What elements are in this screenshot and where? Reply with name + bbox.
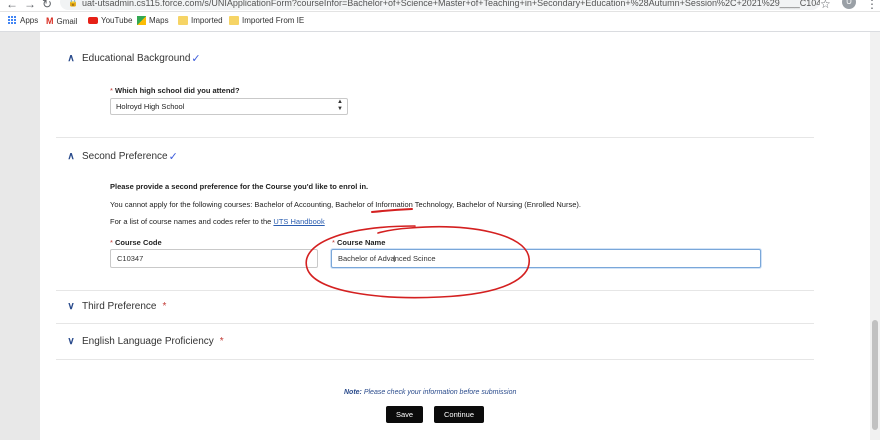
section-title: Second Preference (82, 151, 168, 162)
second-pref-instruction: Please provide a second preference for t… (110, 182, 369, 191)
divider (56, 290, 814, 291)
address-bar[interactable]: 🔒 uat-utsadmin.cs115.force.com/s/UNIAppl… (60, 0, 820, 10)
continue-button[interactable]: Continue (434, 406, 484, 423)
uts-handbook-link[interactable]: UTS Handbook (273, 217, 324, 226)
lock-icon: 🔒 (68, 0, 78, 7)
divider (56, 323, 814, 324)
course-code-input[interactable]: C10347 (110, 249, 318, 268)
divider (56, 137, 814, 138)
check-icon: ✓ (191, 53, 201, 65)
chevron-down-icon: ∨ (67, 336, 75, 347)
submission-note: Note: Please check your information befo… (344, 389, 517, 396)
handbook-text: For a list of course names and codes ref… (110, 217, 325, 226)
bookmark-imported-from-ie[interactable]: Imported From IE (229, 16, 304, 25)
reload-icon[interactable]: ↻ (42, 0, 52, 10)
bookmark-apps[interactable]: Apps (8, 16, 38, 25)
bookmark-gmail[interactable]: M Gmail (46, 16, 77, 26)
maps-icon (137, 16, 146, 25)
forward-icon[interactable]: → (24, 0, 36, 10)
course-restriction-text: You cannot apply for the following cours… (110, 200, 581, 209)
chevron-down-icon: ∨ (67, 301, 75, 312)
star-icon[interactable]: ☆ (820, 0, 831, 11)
apps-grid-icon (8, 16, 17, 25)
menu-icon[interactable]: ⋮ (866, 0, 878, 11)
bookmark-maps[interactable]: Maps (137, 16, 169, 25)
bookmark-imported[interactable]: Imported (178, 16, 223, 25)
scrollbar-thumb[interactable] (872, 320, 878, 430)
youtube-icon (88, 17, 98, 24)
required-star-icon: * (162, 301, 167, 312)
high-school-select[interactable]: Holroyd High School ▲ ▼ (110, 98, 348, 115)
course-name-label: * Course Name (332, 238, 386, 247)
chevron-up-icon: ∧ (67, 151, 75, 162)
course-code-label: * Course Code (110, 238, 162, 247)
back-icon[interactable]: ← (6, 0, 18, 10)
divider (56, 359, 814, 360)
text-cursor-icon: I (393, 254, 396, 264)
high-school-label: * Which high school did you attend? (110, 86, 240, 95)
section-second-preference[interactable]: ∧ Second Preference ✓ (66, 150, 178, 163)
save-button[interactable]: Save (386, 406, 423, 423)
check-icon: ✓ (168, 151, 178, 163)
required-star-icon: * (219, 336, 224, 347)
section-educational-background[interactable]: ∧ Educational Background ✓ (66, 52, 201, 65)
bookmarks-bar: Apps M Gmail YouTube Maps Imported Impor… (0, 12, 880, 32)
section-title: English Language Proficiency (82, 336, 214, 347)
chevron-up-icon: ∧ (67, 53, 75, 64)
section-third-preference[interactable]: ∨ Third Preference * (66, 301, 166, 312)
section-title: Third Preference (82, 301, 157, 312)
section-title: Educational Background (82, 53, 191, 64)
select-arrows-icon: ▲ ▼ (337, 99, 343, 112)
gmail-icon: M (46, 16, 54, 26)
profile-avatar[interactable]: U (842, 0, 856, 9)
bookmark-youtube[interactable]: YouTube (88, 16, 132, 25)
browser-toolbar: ← → ↻ 🔒 uat-utsadmin.cs115.force.com/s/U… (0, 0, 880, 12)
folder-icon (178, 16, 188, 25)
url-text: uat-utsadmin.cs115.force.com/s/UNIApplic… (82, 0, 820, 8)
section-english-proficiency[interactable]: ∨ English Language Proficiency * (66, 336, 224, 347)
folder-icon (229, 16, 239, 25)
